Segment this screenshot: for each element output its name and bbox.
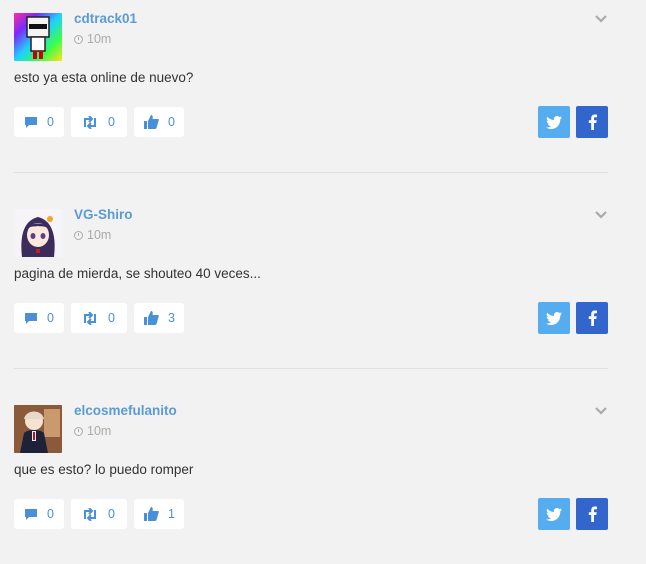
comment-button[interactable]: 0 xyxy=(14,499,64,529)
time-label: 10m xyxy=(87,424,112,438)
repost-count: 0 xyxy=(108,115,115,129)
post-divider xyxy=(14,172,608,173)
timestamp: 10m xyxy=(74,32,111,46)
comment-icon xyxy=(25,508,37,520)
repost-icon xyxy=(84,115,96,129)
facebook-share-button[interactable] xyxy=(576,302,608,334)
repost-icon xyxy=(84,507,96,521)
post: cdtrack01 10m esto ya esta online de nue… xyxy=(0,0,646,196)
chevron-down-icon[interactable] xyxy=(594,404,608,418)
username[interactable]: elcosmefulanito xyxy=(74,403,177,418)
facebook-icon xyxy=(588,506,597,522)
timestamp: 10m xyxy=(74,228,111,242)
like-button[interactable]: 3 xyxy=(134,303,184,333)
post: elcosmefulanito 10m que es esto? lo pued… xyxy=(0,392,646,564)
thumbs-up-icon xyxy=(144,115,159,129)
avatar[interactable] xyxy=(14,209,62,257)
twitter-share-button[interactable] xyxy=(538,106,570,138)
like-count: 0 xyxy=(168,115,175,129)
post-message: esto ya esta online de nuevo? xyxy=(14,70,194,85)
thumbs-up-icon xyxy=(144,311,159,325)
twitter-icon xyxy=(546,115,562,129)
clock-icon xyxy=(74,230,83,240)
post-divider xyxy=(14,368,608,369)
comment-count: 0 xyxy=(47,115,54,129)
repost-count: 0 xyxy=(108,507,115,521)
comment-icon xyxy=(25,312,37,324)
comment-count: 0 xyxy=(47,311,54,325)
comment-button[interactable]: 0 xyxy=(14,303,64,333)
twitter-icon xyxy=(546,311,562,325)
chevron-down-icon[interactable] xyxy=(594,12,608,26)
facebook-icon xyxy=(588,310,597,326)
post-message: que es esto? lo puedo romper xyxy=(14,462,194,477)
repost-button[interactable]: 0 xyxy=(71,303,127,333)
facebook-share-button[interactable] xyxy=(576,498,608,530)
twitter-icon xyxy=(546,507,562,521)
repost-count: 0 xyxy=(108,311,115,325)
timestamp: 10m xyxy=(74,424,111,438)
comment-icon xyxy=(25,116,37,128)
username[interactable]: cdtrack01 xyxy=(74,11,137,26)
repost-icon xyxy=(84,311,96,325)
avatar[interactable] xyxy=(14,13,62,61)
thumbs-up-icon xyxy=(144,507,159,521)
twitter-share-button[interactable] xyxy=(538,302,570,334)
like-button[interactable]: 0 xyxy=(134,107,184,137)
share-buttons xyxy=(538,498,608,530)
share-buttons xyxy=(538,106,608,138)
facebook-share-button[interactable] xyxy=(576,106,608,138)
clock-icon xyxy=(74,34,83,44)
avatar[interactable] xyxy=(14,405,62,453)
facebook-icon xyxy=(588,114,597,130)
time-label: 10m xyxy=(87,228,112,242)
time-label: 10m xyxy=(87,32,112,46)
chevron-down-icon[interactable] xyxy=(594,208,608,222)
post-actions: 0 0 3 xyxy=(14,303,184,333)
repost-button[interactable]: 0 xyxy=(71,107,127,137)
repost-button[interactable]: 0 xyxy=(71,499,127,529)
post-message: pagina de mierda, se shouteo 40 veces... xyxy=(14,266,261,281)
clock-icon xyxy=(74,426,83,436)
twitter-share-button[interactable] xyxy=(538,498,570,530)
like-count: 1 xyxy=(168,507,175,521)
post: VG-Shiro 10m pagina de mierda, se shoute… xyxy=(0,196,646,392)
comment-count: 0 xyxy=(47,507,54,521)
like-count: 3 xyxy=(168,311,175,325)
comment-button[interactable]: 0 xyxy=(14,107,64,137)
post-actions: 0 0 1 xyxy=(14,499,184,529)
username[interactable]: VG-Shiro xyxy=(74,207,133,222)
share-buttons xyxy=(538,302,608,334)
like-button[interactable]: 1 xyxy=(134,499,184,529)
post-actions: 0 0 0 xyxy=(14,107,184,137)
